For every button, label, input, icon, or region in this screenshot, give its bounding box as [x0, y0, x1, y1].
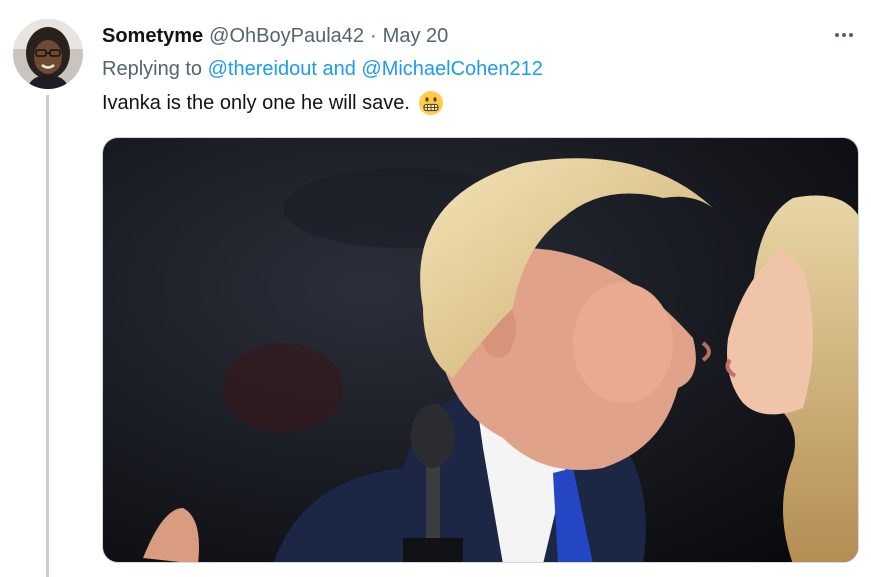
- mention-michaelcohen212[interactable]: @MichaelCohen212: [361, 58, 543, 80]
- more-horizontal-icon[interactable]: [829, 22, 859, 48]
- tweet-text: Ivanka is the only one he will save.: [102, 91, 410, 114]
- photo-image: [103, 138, 858, 562]
- replying-to-line: Replying to @thereidout and @MichaelCohe…: [102, 58, 543, 81]
- thread-line: [46, 95, 49, 577]
- mention-joiner[interactable]: and: [322, 58, 355, 80]
- separator-dot: ·: [370, 24, 377, 47]
- avatar-image: [13, 19, 83, 89]
- user-handle[interactable]: @OhBoyPaula42: [209, 25, 364, 48]
- grimacing-face-icon: [418, 91, 443, 115]
- tweet[interactable]: Sometyme @OhBoyPaula42 · May 20 Replying…: [0, 0, 871, 577]
- avatar[interactable]: [13, 19, 83, 89]
- tweet-header: Sometyme @OhBoyPaula42 · May 20: [102, 22, 448, 50]
- mention-thereidout[interactable]: @thereidout: [208, 58, 317, 80]
- tweet-date[interactable]: May 20: [383, 25, 449, 48]
- display-name[interactable]: Sometyme: [102, 25, 203, 48]
- tweet-media-photo[interactable]: [102, 137, 859, 563]
- tweet-text-line: Ivanka is the only one he will save.: [102, 90, 444, 116]
- replying-to-label: Replying to: [102, 58, 203, 80]
